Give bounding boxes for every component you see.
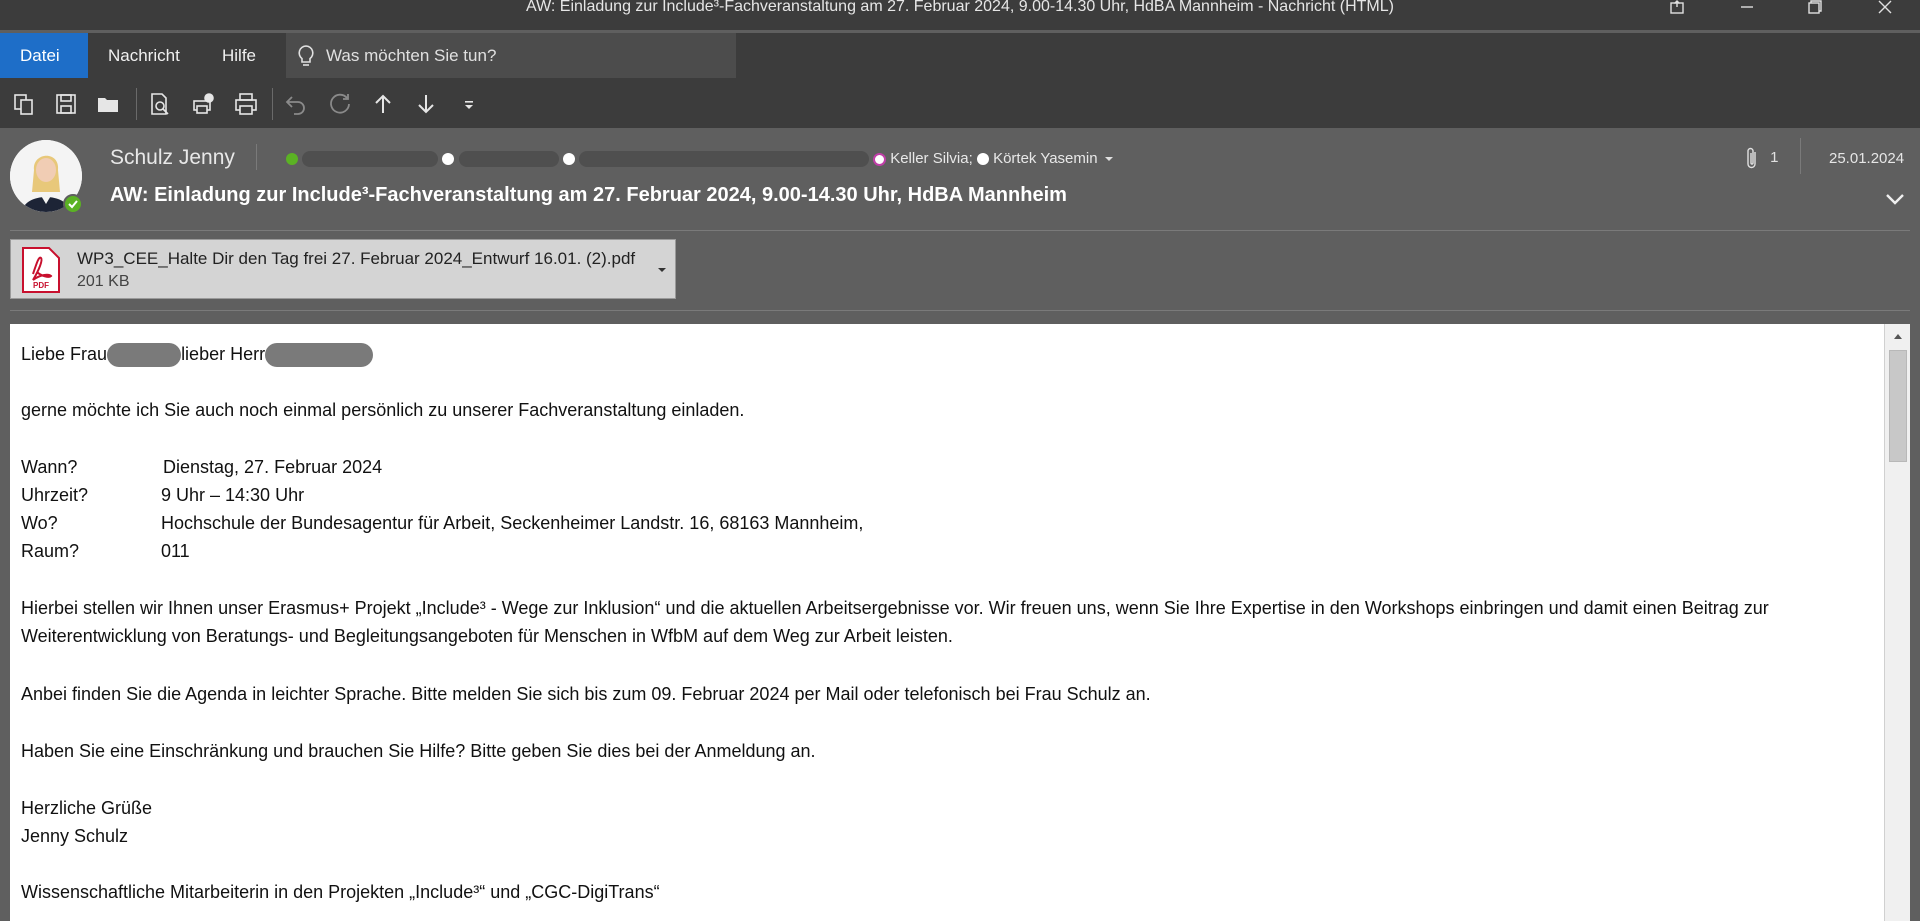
redacted-recipient [578,151,869,168]
recipient-presence-unknown [442,153,455,166]
restore-button[interactable] [1792,0,1838,30]
toolbar-separator [272,88,273,120]
recipient-presence-available [286,153,298,166]
recipient-presence-away [873,152,887,166]
message-body[interactable]: Liebe Frau lieber Herr gerne möchte ich S… [10,324,1884,921]
copy-button[interactable] [10,90,38,118]
recipient-keller[interactable]: Keller Silvia; [890,150,973,167]
close-icon [1878,0,1892,14]
message-header: Schulz Jenny Keller Silvia; Körtek Yasem… [0,128,1920,230]
checkmark-icon [68,200,78,209]
arrow-down-icon [418,95,434,114]
redacted-recipient [458,151,559,168]
attachment-divider [10,310,1910,311]
undo-button[interactable] [282,90,310,118]
menu-help[interactable]: Hilfe [202,33,276,78]
tell-me-search[interactable]: Was möchten Sie tun? [286,33,736,78]
menu-file[interactable]: Datei [0,33,88,78]
save-button[interactable] [52,90,80,118]
chevron-down-icon [1886,194,1904,205]
close-button[interactable] [1862,0,1908,30]
toolbar-separator [136,88,137,120]
ribbon-display-options-button[interactable] [1654,0,1700,30]
recipient-koertek[interactable]: Körtek Yasemin [993,150,1098,167]
detail-time: Uhrzeit? 9 Uhr – 14:30 Uhr [21,485,305,505]
chevron-down-icon [658,268,666,272]
body-paragraph-agenda: Anbei finden Sie die Agenda in leichter … [21,684,1151,704]
restore-icon [1808,0,1822,14]
header-separator [1800,138,1801,174]
save-icon [56,94,76,114]
print-options-button[interactable] [189,90,217,118]
pdf-icon-label: PDF [33,281,49,290]
printer-icon [235,93,257,115]
attachment-count[interactable]: 1 [1744,146,1779,170]
body-scrollbar[interactable] [1884,324,1910,921]
print-button[interactable] [232,90,260,118]
redacted-recipient [302,151,439,168]
quick-toolbar [0,78,1920,128]
body-paragraph-project: Hierbei stellen wir Ihnen unser Erasmus+… [21,598,1769,646]
arrow-up-icon [1894,334,1902,339]
window-title: AW: Einladung zur Include³-Fachveranstal… [526,0,1394,15]
arrow-up-icon [375,94,391,113]
attachment-pdf[interactable]: PDF WP3_CEE_Halte Dir den Tag frei 27. F… [10,239,676,299]
detail-location: Wo? Hochschule der Bundesagentur für Arbe… [21,513,864,533]
tell-me-placeholder: Was möchten Sie tun? [326,46,497,65]
redacted-name [107,343,182,368]
ribbon-display-icon [1670,0,1684,14]
body-signature-role: Wissenschaftliche Mitarbeiterin in den P… [21,882,660,902]
scroll-up-button[interactable] [1885,324,1911,348]
minimize-icon [1741,6,1753,8]
customize-dropdown-icon [465,101,473,109]
body-signature: Jenny Schulz [21,826,129,846]
title-bar: AW: Einladung zur Include³-Fachveranstal… [0,0,1920,30]
lightbulb-icon [298,45,314,66]
header-divider [10,230,1910,231]
message-date: 25.01.2024 [1829,150,1905,167]
expand-header-button[interactable] [1885,192,1905,211]
attachment-name: WP3_CEE_Halte Dir den Tag frei 27. Febru… [77,249,636,268]
printer-check-icon [193,93,214,114]
move-to-folder-button[interactable] [94,90,122,118]
redo-button[interactable] [326,90,354,118]
scroll-thumb[interactable] [1889,350,1907,462]
menu-message[interactable]: Nachricht [88,33,200,78]
pdf-file-icon: PDF [21,246,61,299]
folder-icon [98,98,118,112]
customize-toolbar-button[interactable] [455,90,483,118]
body-intro: gerne möchte ich Sie auch noch einmal pe… [21,400,745,420]
recipients-line[interactable]: Keller Silvia; Körtek Yasemin [286,150,1116,170]
attachment-size: 201 KB [77,273,130,290]
recipient-presence-unknown [562,153,575,166]
attachment-count-number: 1 [1770,148,1779,166]
message-subject: AW: Einladung zur Include³-Fachveranstal… [110,184,1067,206]
detail-when: Wann? Dienstag, 27. Februar 2024 [21,457,383,477]
sender-name[interactable]: Schulz Jenny [110,146,235,170]
paperclip-icon [1747,147,1756,169]
body-greeting: Liebe Frau lieber Herr [21,340,374,368]
next-item-button[interactable] [412,90,440,118]
recipient-presence-unknown [976,153,989,166]
previous-item-button[interactable] [369,90,397,118]
header-separator [256,144,257,170]
minimize-button[interactable] [1724,0,1770,30]
body-closing: Herzliche Grüße [21,798,153,818]
recipients-dropdown-icon[interactable] [1102,152,1116,166]
undo-icon [285,96,305,115]
copy-icon [14,94,33,115]
menu-bar: Datei Nachricht Hilfe Was möchten Sie tu… [0,33,1920,78]
redacted-name [265,343,374,368]
print-preview-icon [151,93,169,115]
presence-available-badge [63,194,83,214]
attachment-options-button[interactable] [657,264,667,278]
detail-room: Raum? 011 [21,541,190,561]
body-paragraph-help: Haben Sie eine Einschränkung und brauche… [21,741,816,761]
print-preview-button[interactable] [146,90,174,118]
redo-icon [330,93,350,114]
